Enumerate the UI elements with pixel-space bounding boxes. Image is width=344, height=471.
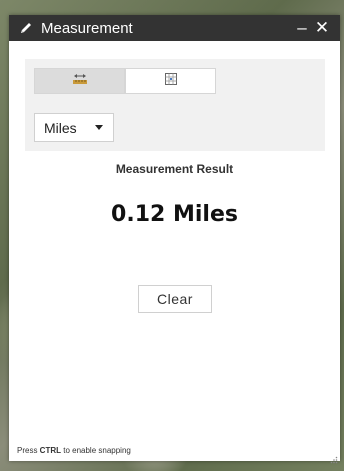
measurement-result-label: Measurement Result: [115, 162, 234, 176]
tab-distance[interactable]: [34, 68, 125, 94]
resize-grip-icon[interactable]: [330, 451, 338, 464]
chevron-down-icon: [95, 125, 103, 130]
measure-tool-panel: Miles: [25, 59, 325, 151]
unit-select-value: Miles: [44, 119, 77, 136]
snapping-hint-prefix: Press: [17, 446, 40, 455]
tab-location[interactable]: [125, 68, 216, 94]
pencil-icon: [17, 19, 35, 37]
window-title: Measurement: [41, 19, 133, 37]
measurement-result-value: 0.12 Miles: [111, 202, 238, 227]
location-grid-icon: [164, 72, 178, 91]
snapping-hint-suffix: to enable snapping: [61, 446, 131, 455]
unit-select[interactable]: Miles: [34, 113, 114, 142]
minimize-button[interactable]: –: [292, 15, 312, 41]
clear-button[interactable]: Clear: [138, 285, 212, 313]
ruler-distance-icon: [72, 72, 88, 90]
snapping-hint-key: CTRL: [39, 446, 61, 455]
close-button[interactable]: ✕: [312, 15, 332, 41]
measurement-window: Measurement – ✕ Miles Measurement Result…: [9, 15, 340, 464]
measure-tool-tabs: [34, 68, 216, 94]
window-titlebar[interactable]: Measurement – ✕: [9, 15, 340, 41]
snapping-hint: Press CTRL to enable snapping: [17, 446, 131, 455]
